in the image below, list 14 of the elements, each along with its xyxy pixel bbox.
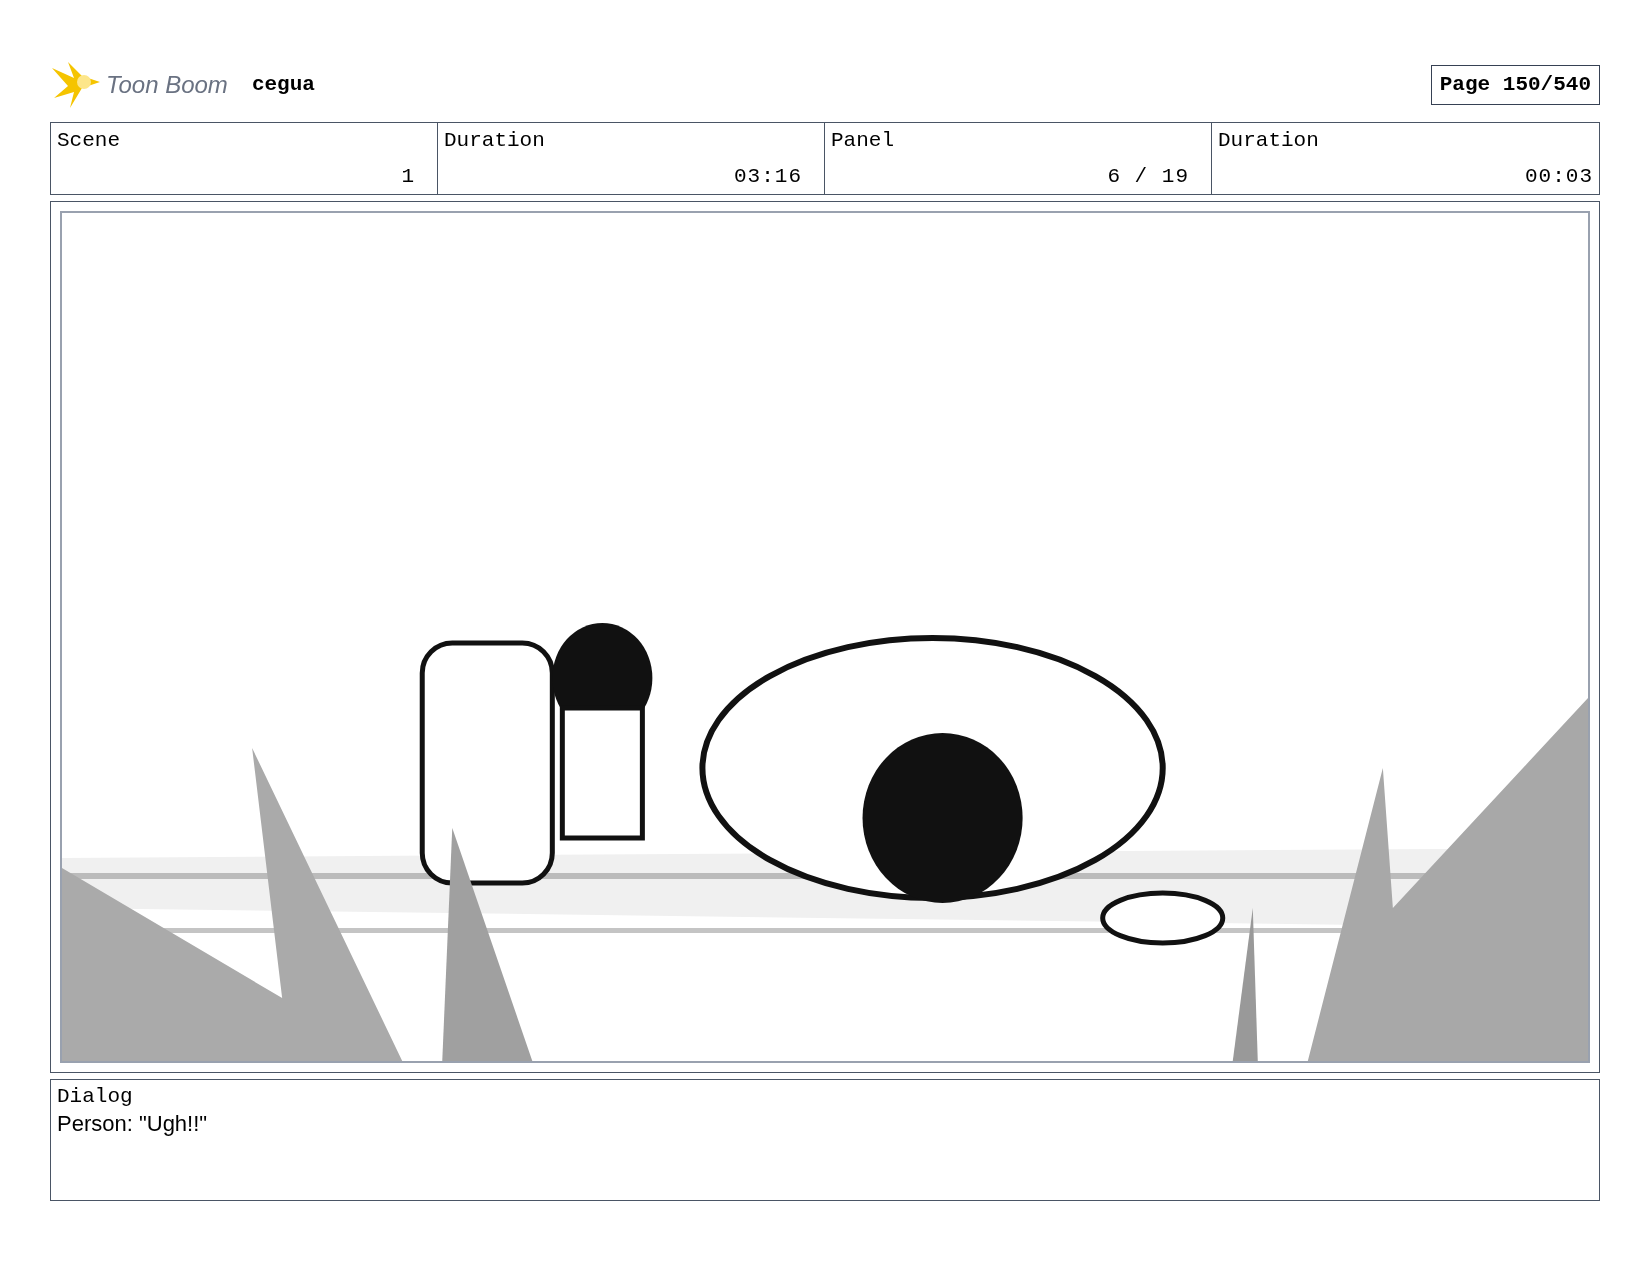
field-value: 6 / 19 <box>1107 163 1189 190</box>
field-value: 00:03 <box>1525 163 1593 190</box>
field-label: Scene <box>57 128 121 154</box>
field-value: 1 <box>401 163 415 190</box>
logo-text: Toon Boom <box>106 70 228 100</box>
page-number: Page 150/540 <box>1430 65 1600 105</box>
dialog-text: Person: "Ugh!!" <box>57 1110 209 1138</box>
project-title: cegua <box>251 72 315 99</box>
field-label: Duration <box>1218 128 1320 154</box>
field-value: 03:16 <box>734 163 802 190</box>
starburst-logo-icon <box>50 60 102 110</box>
field-label: Duration <box>444 128 546 154</box>
field-label: Panel <box>831 128 895 154</box>
dialog-label: Dialog <box>57 1084 134 1110</box>
